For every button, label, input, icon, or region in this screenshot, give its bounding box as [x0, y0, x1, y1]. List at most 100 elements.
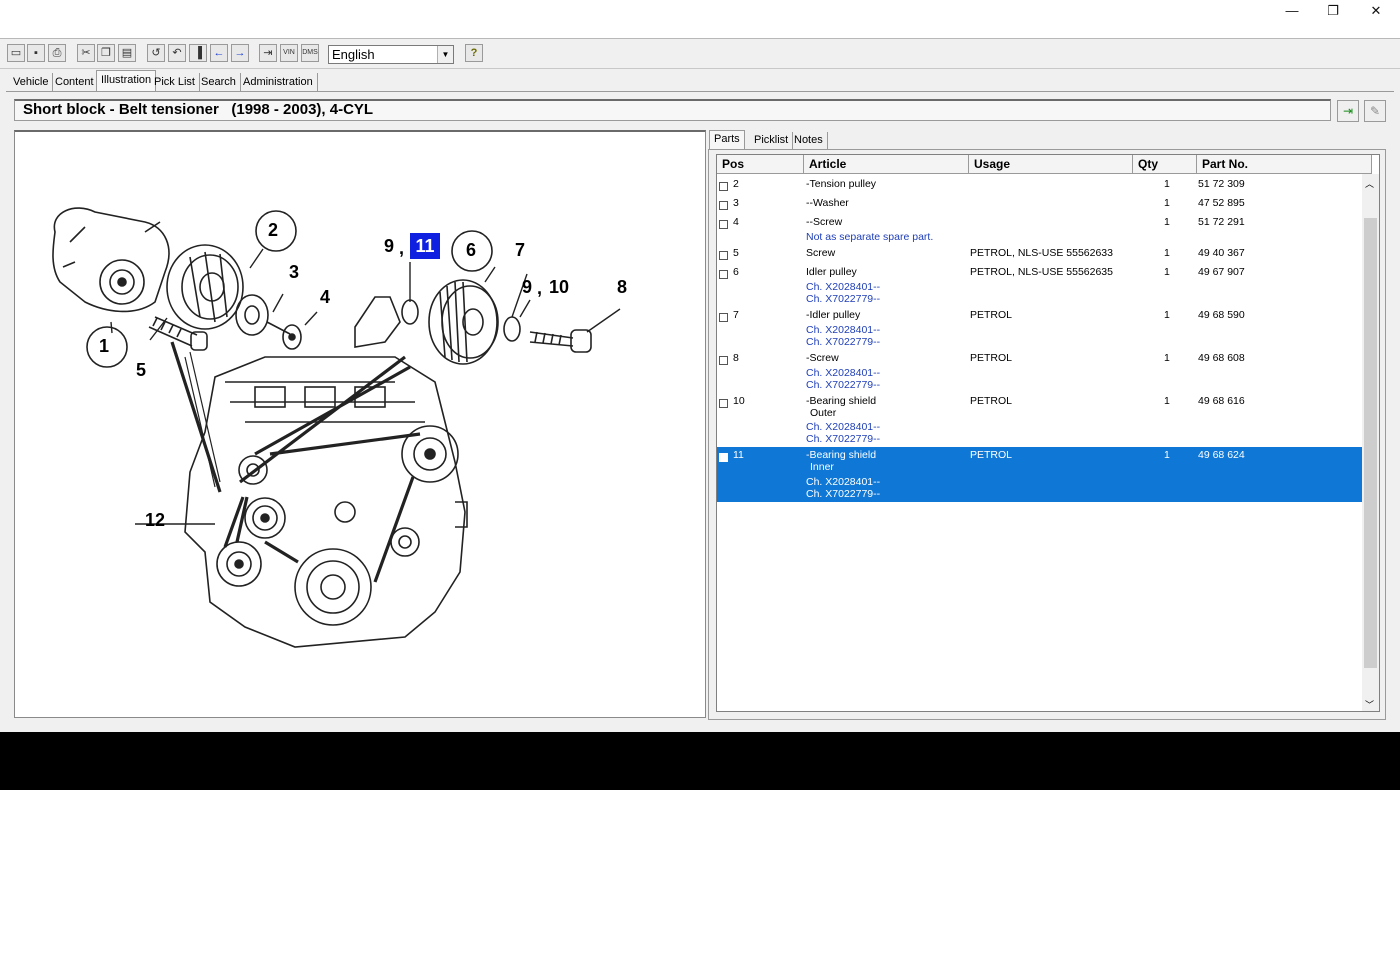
- callout-6[interactable]: 6: [466, 240, 476, 261]
- cell-note: Ch. X2028401--: [806, 281, 881, 293]
- table-row[interactable]: 2 -Tension pulley 1 51 72 309: [717, 176, 1363, 195]
- row-checkbox[interactable]: [719, 399, 728, 408]
- tab-illustration[interactable]: Illustration: [96, 70, 157, 92]
- vin-icon[interactable]: VIN: [280, 44, 298, 62]
- cut-icon[interactable]: ✂: [77, 44, 95, 62]
- cell-qty: 1: [1164, 178, 1170, 190]
- add-to-picklist-icon[interactable]: ⇥: [1337, 100, 1359, 122]
- cell-part-no: 49 68 616: [1198, 395, 1245, 407]
- cell-qty: 1: [1164, 309, 1170, 321]
- cell-article: -Screw: [806, 352, 839, 364]
- callout-9-upper[interactable]: 9: [384, 236, 394, 257]
- save-icon[interactable]: ▪: [27, 44, 45, 62]
- table-row[interactable]: 3 --Washer 1 47 52 895: [717, 195, 1363, 214]
- tab-vehicle[interactable]: Vehicle: [9, 73, 54, 91]
- callout-4[interactable]: 4: [320, 287, 330, 308]
- cell-note: Ch. X7022779--: [806, 488, 881, 500]
- cell-article-detail: Inner: [810, 461, 834, 473]
- column-header-usage[interactable]: Usage: [969, 155, 1133, 174]
- row-checkbox[interactable]: [719, 201, 728, 210]
- callout-8[interactable]: 8: [617, 277, 627, 298]
- column-header-article[interactable]: Article: [804, 155, 969, 174]
- cell-usage: PETROL: [970, 449, 1013, 461]
- undo-icon[interactable]: ↶: [168, 44, 186, 62]
- table-row[interactable]: 6 Idler pulley Ch. X2028401-- Ch. X70227…: [717, 264, 1363, 307]
- forward-arrow-icon[interactable]: →: [231, 44, 249, 62]
- export-icon[interactable]: ⇥: [259, 44, 277, 62]
- open-folder-icon[interactable]: ▭: [7, 44, 25, 62]
- status-strip: [0, 722, 1400, 732]
- callout-9-lower[interactable]: 9: [522, 277, 532, 298]
- paste-icon[interactable]: ▤: [118, 44, 136, 62]
- cell-qty: 1: [1164, 197, 1170, 209]
- row-checkbox[interactable]: [719, 182, 728, 191]
- tension-pulley-drawing: [166, 244, 244, 330]
- close-icon[interactable]: ✕: [1364, 3, 1388, 19]
- table-row[interactable]: 7 -Idler pulley Ch. X2028401-- Ch. X7022…: [717, 307, 1363, 350]
- row-checkbox[interactable]: [719, 356, 728, 365]
- callout-7[interactable]: 7: [515, 240, 525, 261]
- tab-pick-list[interactable]: Pick List: [150, 73, 200, 91]
- print-icon[interactable]: ⎙: [48, 44, 66, 62]
- column-header-part-no[interactable]: Part No.: [1197, 155, 1372, 174]
- scrollbar-thumb[interactable]: [1364, 218, 1377, 668]
- table-row[interactable]: 8 -Screw Ch. X2028401-- Ch. X7022779-- P…: [717, 350, 1363, 393]
- table-row[interactable]: 5 Screw PETROL, NLS-USE 55562633 1 49 40…: [717, 245, 1363, 264]
- tab-content[interactable]: Content: [51, 73, 99, 91]
- callout-3[interactable]: 3: [289, 262, 299, 283]
- screw-5-drawing: [148, 316, 208, 351]
- cell-article: Screw: [806, 247, 836, 259]
- minimize-icon[interactable]: —: [1280, 3, 1304, 19]
- table-row[interactable]: 4 --Screw Not as separate spare part. 1 …: [717, 214, 1363, 245]
- tab-administration[interactable]: Administration: [239, 73, 318, 91]
- cell-note: Ch. X7022779--: [806, 293, 881, 305]
- scroll-down-icon[interactable]: ﹀: [1365, 698, 1374, 711]
- callout-1[interactable]: 1: [99, 336, 109, 357]
- screw-8-drawing: [529, 329, 592, 353]
- tab-divider: [6, 91, 1394, 92]
- notes-icon[interactable]: ✎: [1364, 100, 1386, 122]
- tab-notes[interactable]: Notes: [790, 132, 828, 149]
- tab-picklist[interactable]: Picklist: [750, 132, 794, 149]
- callout-12[interactable]: 12: [145, 510, 165, 531]
- tab-search[interactable]: Search: [197, 73, 241, 91]
- chevron-down-icon[interactable]: ▼: [437, 46, 453, 63]
- row-checkbox[interactable]: [719, 270, 728, 279]
- row-checkbox[interactable]: [719, 453, 728, 462]
- row-checkbox[interactable]: [719, 313, 728, 322]
- bearing-shield-outer-drawing: [503, 316, 521, 342]
- table-row[interactable]: 10 -Bearing shield Outer Ch. X2028401-- …: [717, 393, 1363, 447]
- tab-parts[interactable]: Parts: [709, 130, 745, 150]
- back-arrow-icon[interactable]: ←: [210, 44, 228, 62]
- cell-qty: 1: [1164, 216, 1170, 228]
- refresh-icon[interactable]: ↺: [147, 44, 165, 62]
- callout-5[interactable]: 5: [136, 360, 146, 381]
- dms-icon[interactable]: DMS: [301, 44, 319, 62]
- cell-article: -Idler pulley: [806, 309, 861, 321]
- cell-qty: 1: [1164, 449, 1170, 461]
- copy-icon[interactable]: ❐: [97, 44, 115, 62]
- cell-article: -Bearing shield: [806, 449, 877, 461]
- bookmark-icon[interactable]: ▐: [189, 44, 207, 62]
- cell-pos: 4: [733, 216, 739, 228]
- callout-10[interactable]: 10: [549, 277, 569, 298]
- column-header-pos[interactable]: Pos: [717, 155, 804, 174]
- cell-part-no: 49 67 907: [1198, 266, 1245, 278]
- column-header-qty[interactable]: Qty: [1133, 155, 1197, 174]
- table-row-selected[interactable]: 11 -Bearing shield Inner Ch. X2028401-- …: [717, 447, 1363, 502]
- cell-pos: 8: [733, 352, 739, 364]
- cell-part-no: 49 68 624: [1198, 449, 1245, 461]
- restore-icon[interactable]: ❐: [1321, 3, 1345, 19]
- cell-usage: PETROL: [970, 395, 1013, 407]
- row-checkbox[interactable]: [719, 251, 728, 260]
- row-checkbox[interactable]: [719, 220, 728, 229]
- callout-11-highlighted[interactable]: 11: [410, 233, 440, 259]
- language-select[interactable]: English ▼: [328, 45, 454, 64]
- cell-article: --Screw: [806, 216, 843, 228]
- cell-article: -Tension pulley: [806, 178, 877, 190]
- scroll-up-icon[interactable]: ︿: [1365, 177, 1374, 190]
- callout-2[interactable]: 2: [268, 220, 278, 241]
- help-icon[interactable]: ?: [465, 44, 483, 62]
- callout-separator-2: ,: [537, 278, 543, 298]
- cell-part-no: 49 68 608: [1198, 352, 1245, 364]
